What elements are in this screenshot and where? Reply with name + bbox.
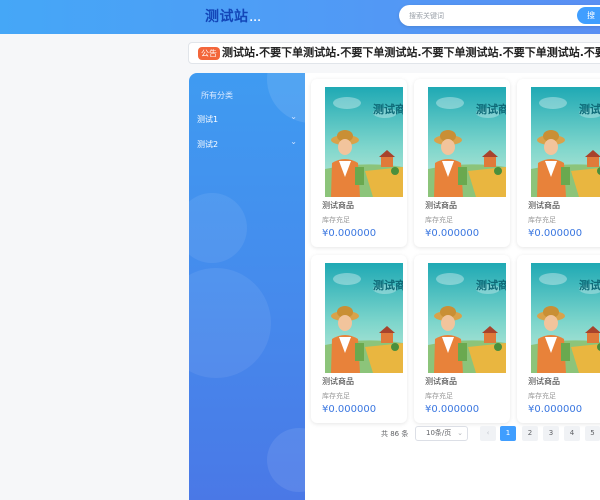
all-categories-heading[interactable]: 所有分类 <box>201 90 233 101</box>
sidebar-item-test2[interactable]: 测试2 ⌄ <box>197 136 297 152</box>
product-stock: 库存充足 <box>322 392 350 400</box>
product-price: ¥0.000000 <box>528 228 583 239</box>
site-logo-suffix: ... <box>249 14 262 24</box>
product-price: ¥0.000000 <box>425 404 480 415</box>
product-card[interactable]: 测试商品 测试商品 库存充足 ¥0.000000 <box>311 79 407 247</box>
product-name[interactable]: 测试商品 <box>322 200 354 211</box>
notice-marquee-text: 测试站.不要下单测试站.不要下单测试站.不要下单测试站.不要下单测试站.不要下单… <box>222 46 600 59</box>
product-stock: 库存充足 <box>425 216 453 224</box>
product-name[interactable]: 测试商品 <box>322 376 354 387</box>
product-image-caption: 测试商品 <box>476 102 506 116</box>
product-image[interactable]: 测试商品 <box>428 263 506 373</box>
chevron-down-icon: ⌄ <box>457 429 463 437</box>
product-card[interactable]: 测试商品 测试商品 库存充足 ¥0.000000 <box>311 255 407 423</box>
page-button-3[interactable]: 3 <box>543 426 559 441</box>
header-bar: 测试站... 搜 <box>0 0 600 34</box>
decor-bubble <box>189 193 247 263</box>
product-stock: 库存充足 <box>528 392 556 400</box>
chevron-down-icon: ⌄ <box>290 112 297 121</box>
product-price: ¥0.000000 <box>425 228 480 239</box>
product-image[interactable]: 测试商品 <box>325 263 403 373</box>
product-price: ¥0.000000 <box>322 228 377 239</box>
chevron-down-icon: ⌄ <box>290 137 297 146</box>
product-name[interactable]: 测试商品 <box>528 376 560 387</box>
product-stock: 库存充足 <box>425 392 453 400</box>
sidebar-item-label: 测试2 <box>197 140 219 149</box>
product-stock: 库存充足 <box>528 216 556 224</box>
site-logo-text[interactable]: 测试站 <box>205 9 249 25</box>
sidebar-item-label: 测试1 <box>197 115 219 124</box>
product-image[interactable]: 测试商品 <box>531 87 600 197</box>
product-image-caption: 测试商品 <box>373 102 403 116</box>
search-button[interactable]: 搜 <box>577 7 600 24</box>
search-input[interactable] <box>409 7 569 24</box>
product-image[interactable]: 测试商品 <box>325 87 403 197</box>
product-name[interactable]: 测试商品 <box>528 200 560 211</box>
decor-bubble <box>267 428 305 492</box>
decor-bubble <box>189 268 271 378</box>
product-image-caption: 测试商品 <box>373 278 403 292</box>
page-button-4[interactable]: 4 <box>564 426 580 441</box>
product-image[interactable]: 测试商品 <box>428 87 506 197</box>
product-name[interactable]: 测试商品 <box>425 376 457 387</box>
product-image-caption: 测试商品 <box>579 102 600 116</box>
page-button-2[interactable]: 2 <box>522 426 538 441</box>
product-image[interactable]: 测试商品 <box>531 263 600 373</box>
product-card[interactable]: 测试商品 测试商品 库存充足 ¥0.000000 <box>414 79 510 247</box>
pagination-total: 共 86 条 <box>381 430 409 438</box>
page-size-select[interactable]: 10条/页 ⌄ <box>415 426 468 441</box>
page-button-1[interactable]: 1 <box>500 426 516 441</box>
sidebar-item-test1[interactable]: 测试1 ⌄ <box>197 111 297 127</box>
site-logo[interactable]: 测试站... <box>205 6 261 26</box>
product-card[interactable]: 测试商品 测试商品 库存充足 ¥0.000000 <box>517 79 600 247</box>
search-box: 搜 <box>399 5 600 26</box>
product-price: ¥0.000000 <box>528 404 583 415</box>
product-card[interactable]: 测试商品 测试商品 库存充足 ¥0.000000 <box>517 255 600 423</box>
notice-bar: 公告 测试站.不要下单测试站.不要下单测试站.不要下单测试站.不要下单测试站.不… <box>188 42 600 64</box>
prev-page-button[interactable]: ‹ <box>480 426 496 441</box>
category-sidebar: 所有分类 测试1 ⌄ 测试2 ⌄ <box>189 73 305 500</box>
page-size-value: 10条/页 <box>426 429 452 437</box>
product-name[interactable]: 测试商品 <box>425 200 457 211</box>
product-stock: 库存充足 <box>322 216 350 224</box>
product-card[interactable]: 测试商品 测试商品 库存充足 ¥0.000000 <box>414 255 510 423</box>
page-button-5[interactable]: 5 <box>585 426 600 441</box>
notice-badge: 公告 <box>198 47 220 60</box>
product-image-caption: 测试商品 <box>476 278 506 292</box>
product-image-caption: 测试商品 <box>579 278 600 292</box>
product-price: ¥0.000000 <box>322 404 377 415</box>
